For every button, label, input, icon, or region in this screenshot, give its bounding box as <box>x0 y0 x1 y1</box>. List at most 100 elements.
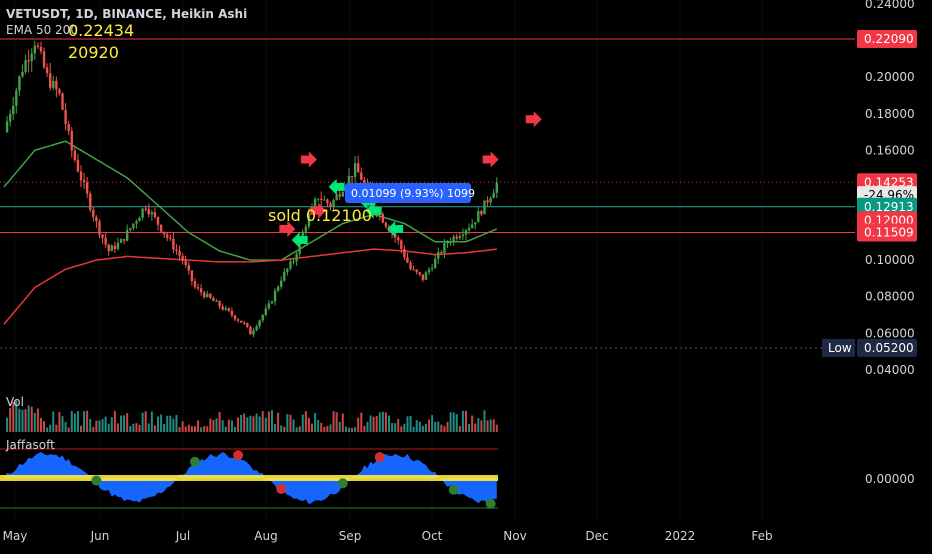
volume-bar <box>403 423 406 432</box>
volume-bar <box>107 423 110 432</box>
volume-label: Vol <box>6 395 24 409</box>
candle-body <box>403 248 406 258</box>
oscillator-zero-band <box>0 475 498 481</box>
volume-bar <box>36 408 39 432</box>
volume-bar <box>116 423 119 432</box>
candle-body <box>255 326 258 331</box>
volume-bar <box>190 426 193 432</box>
volume-bar <box>144 411 147 432</box>
candle-body <box>113 245 117 250</box>
volume-bar <box>43 421 46 432</box>
volume-bar <box>153 425 156 432</box>
candle-body <box>104 237 107 245</box>
volume-bar <box>243 413 246 432</box>
volume-bar <box>187 424 190 432</box>
volume-bar <box>227 419 230 432</box>
candle-body <box>159 224 163 232</box>
volume-bar <box>166 415 169 432</box>
volume-bar <box>277 412 280 432</box>
volume-bar <box>18 408 21 432</box>
candle-body <box>30 53 33 62</box>
volume-bar <box>39 417 42 432</box>
candle-body <box>169 237 172 239</box>
candle-body <box>353 163 357 177</box>
candle-body <box>206 293 209 298</box>
volume-bar <box>80 425 82 432</box>
volume-bar <box>264 417 267 432</box>
volume-bar <box>126 413 129 432</box>
candle-body <box>203 292 206 298</box>
volume-bar <box>428 419 431 432</box>
oscillator-label: Jaffasoft <box>5 438 55 452</box>
candle-body <box>381 214 385 223</box>
volume-bar <box>123 415 126 432</box>
candle-body <box>323 199 326 201</box>
candle-body <box>166 234 169 238</box>
candle-body <box>397 237 400 241</box>
candle-body <box>452 236 455 243</box>
volume-bar <box>110 417 113 432</box>
candle-body <box>76 160 80 172</box>
price-tick-label: 0.06000 <box>865 326 915 340</box>
volume-bar <box>237 417 240 432</box>
candle-body <box>427 269 431 273</box>
volume-bar <box>246 417 249 432</box>
volume-bar <box>449 412 452 432</box>
volume-bar <box>295 427 298 432</box>
candle-body <box>156 216 160 225</box>
volume-bar <box>283 426 286 432</box>
chart-container[interactable]: 0.240000.220000.200000.180000.160000.140… <box>0 0 932 550</box>
volume-bar <box>304 411 307 432</box>
volume-bar <box>221 420 224 432</box>
candle-body <box>446 242 449 244</box>
candle-body <box>172 238 175 250</box>
volume-bar <box>9 407 12 432</box>
candle-body <box>129 228 132 230</box>
volume-bar <box>240 415 243 432</box>
low-label: Low <box>828 341 852 355</box>
sold-annotation: sold 0.12100 <box>268 206 372 225</box>
volume-bar <box>252 416 255 432</box>
volume-bar <box>388 415 390 432</box>
volume-bar <box>52 411 55 432</box>
candle-body <box>406 257 409 263</box>
candle-body <box>289 261 292 269</box>
volume-bar <box>443 426 446 432</box>
volume-bar <box>471 415 474 432</box>
candle-body <box>280 280 283 287</box>
candle-body <box>45 67 49 74</box>
candle-body <box>437 252 440 259</box>
candle-body <box>85 182 89 194</box>
volume-bar <box>323 426 326 432</box>
volume-bar <box>163 423 166 432</box>
candle-body <box>412 269 415 271</box>
candle-body <box>316 198 320 200</box>
candle-body <box>153 212 157 217</box>
price-tag-text: 0.22090 <box>864 32 914 46</box>
candle-body <box>252 330 255 335</box>
volume-bar <box>372 416 375 432</box>
candle-body <box>49 73 52 88</box>
volume-bar <box>113 410 116 432</box>
volume-bar <box>49 424 52 432</box>
volume-bar <box>135 423 138 432</box>
volume-bar <box>307 418 310 432</box>
volume-bar <box>298 426 301 432</box>
symbol-title[interactable]: VETUSDT, 1D, BINANCE, Heikin Ashi <box>6 7 247 21</box>
volume-bar <box>76 411 79 432</box>
volume-bar <box>160 414 163 432</box>
volume-bar <box>335 412 338 432</box>
volume-bar <box>258 416 261 432</box>
candle-body <box>175 249 178 251</box>
volume-bar <box>175 415 178 432</box>
candle-body <box>221 306 224 310</box>
volume-bar <box>6 417 9 432</box>
volume-bar <box>375 416 378 432</box>
candle-body <box>470 224 474 229</box>
candle-body <box>320 198 323 200</box>
volume-bar <box>274 424 277 432</box>
price-chart[interactable]: 0.240000.220000.200000.180000.160000.140… <box>0 0 932 550</box>
candle-body <box>79 171 83 181</box>
candle-body <box>119 239 123 243</box>
volume-bar <box>206 426 209 432</box>
